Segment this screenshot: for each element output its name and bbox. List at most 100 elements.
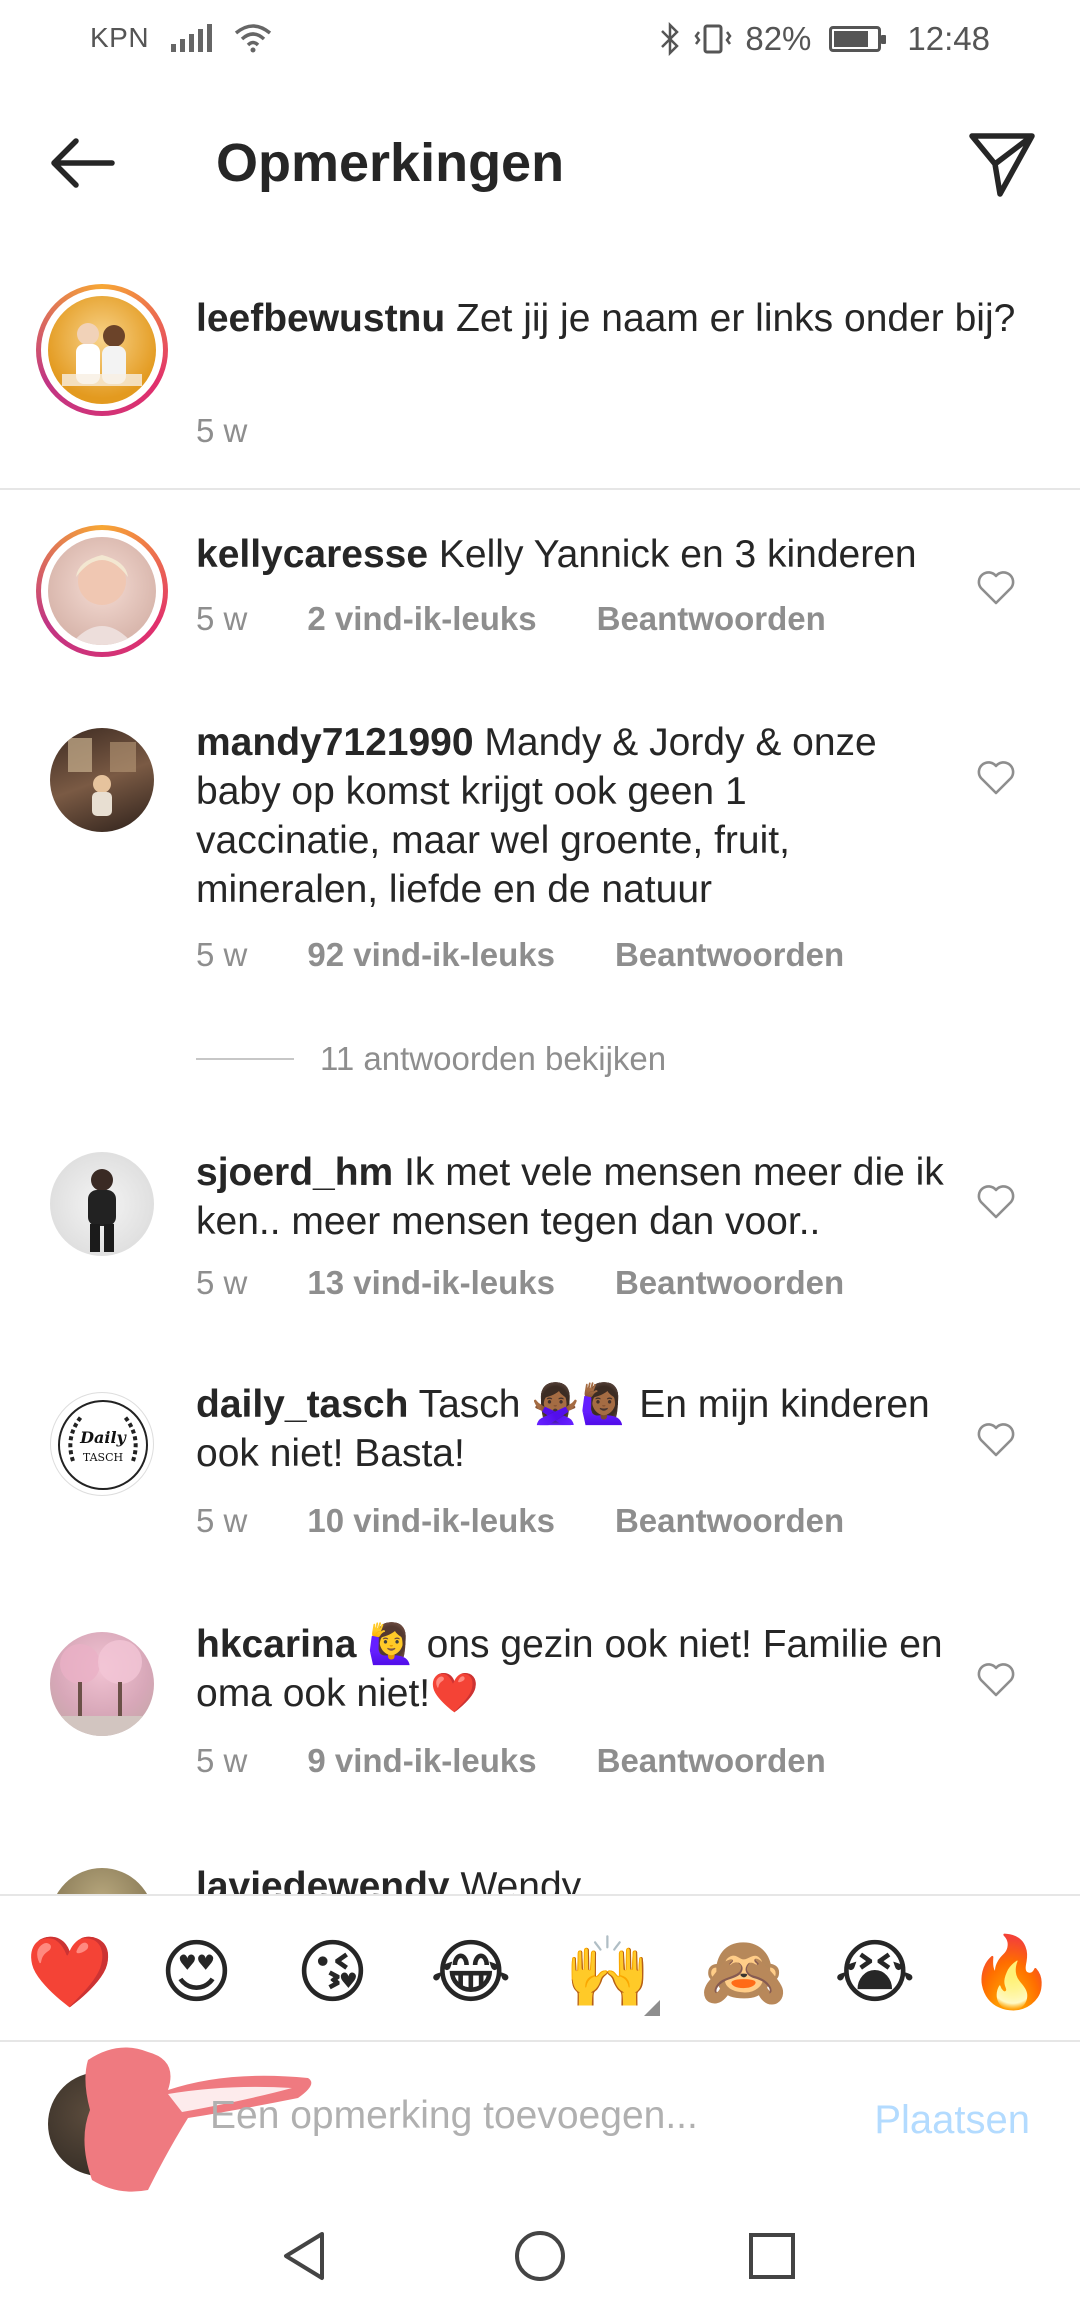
- caption-meta: 5 w: [196, 412, 247, 450]
- comment-likes[interactable]: 92 vind-ik-leuks: [307, 936, 555, 974]
- comment-username[interactable]: laviedewendy: [196, 1865, 450, 1894]
- status-left: KPN: [90, 22, 272, 54]
- comment-text: kellycaresse Kelly Yannick en 3 kinderen: [196, 530, 956, 579]
- post-caption: leefbewustnu Zet jij je naam er links on…: [0, 270, 1080, 490]
- avatar[interactable]: [50, 1152, 154, 1256]
- comment-username[interactable]: sjoerd_hm: [196, 1151, 393, 1194]
- back-arrow-icon[interactable]: [40, 128, 130, 198]
- comment-body: Kelly Yannick en 3 kinderen: [438, 533, 917, 576]
- replies-divider: [196, 1058, 294, 1060]
- comment-meta: 5 w 10 vind-ik-leuks Beantwoorden: [196, 1502, 844, 1540]
- caption-text: leefbewustnu Zet jij je naam er links on…: [196, 294, 1026, 343]
- comment-body: Wendy: [460, 1865, 582, 1894]
- reply-button[interactable]: Beantwoorden: [597, 1742, 826, 1780]
- avatar[interactable]: Daily TASCH: [50, 1392, 154, 1496]
- nav-recents-icon[interactable]: [742, 2226, 802, 2286]
- avatar[interactable]: [48, 296, 156, 404]
- comment-username[interactable]: kellycaresse: [196, 533, 428, 576]
- comment-item: Daily TASCH daily_tasch Tasch 🙅🏾‍♀️🙋🏾‍♀️…: [0, 1380, 1080, 1560]
- reply-button[interactable]: Beantwoorden: [597, 600, 826, 638]
- heart-icon[interactable]: [976, 1184, 1016, 1220]
- view-replies-label[interactable]: 11 antwoorden bekijken: [320, 1040, 666, 1078]
- comment-item: laviedewendy Wendy: [0, 1862, 1080, 1894]
- caption-username[interactable]: leefbewustnu: [196, 297, 445, 340]
- comment-item: hkcarina 🙋‍♀️ ons gezin ook niet! Famili…: [0, 1620, 1080, 1800]
- emoji-button[interactable]: ❤️: [26, 1932, 113, 2012]
- header: Opmerkingen: [0, 82, 1080, 242]
- daily-tasch-logo: Daily: [79, 1428, 127, 1447]
- avatar[interactable]: [50, 728, 154, 832]
- send-icon[interactable]: [962, 124, 1042, 204]
- avatar-man-image: [88, 1169, 116, 1252]
- comment-time: 5 w: [196, 600, 248, 637]
- comment-time: 5 w: [196, 1264, 248, 1301]
- heart-icon[interactable]: [976, 1422, 1016, 1458]
- comment-time: 5 w: [196, 936, 248, 973]
- comment-text: hkcarina 🙋‍♀️ ons gezin ook niet! Famili…: [196, 1620, 956, 1718]
- emoji-button[interactable]: 😂: [430, 1932, 512, 2012]
- heart-icon[interactable]: [976, 1662, 1016, 1698]
- comment-text: daily_tasch Tasch 🙅🏾‍♀️🙋🏾‍♀️ En mijn kin…: [196, 1380, 956, 1478]
- emoji-button[interactable]: 🙌: [564, 1932, 651, 2012]
- carrier-label: KPN: [90, 22, 150, 53]
- emoji-button[interactable]: 😘: [296, 1932, 369, 2012]
- reply-button[interactable]: Beantwoorden: [615, 1264, 844, 1302]
- comment-item: sjoerd_hm Ik met vele mensen meer die ik…: [0, 1142, 1080, 1322]
- caption-body: Zet jij je naam er links onder bij?: [456, 297, 1016, 340]
- comment-likes[interactable]: 2 vind-ik-leuks: [307, 600, 536, 638]
- comment-time: 5 w: [196, 1502, 248, 1539]
- comment-username[interactable]: hkcarina: [196, 1623, 356, 1666]
- comment-likes[interactable]: 9 vind-ik-leuks: [307, 1742, 536, 1780]
- comment-username[interactable]: mandy7121990: [196, 721, 474, 764]
- view-replies-button[interactable]: 11 antwoorden bekijken: [196, 1040, 666, 1078]
- avatar-couple-image: [62, 323, 142, 386]
- battery-fill: [834, 31, 869, 47]
- battery-percent: 82%: [745, 20, 812, 57]
- comment-item: mandy7121990 Mandy & Jordy & onze baby o…: [0, 718, 1080, 998]
- nav-back-icon[interactable]: [276, 2226, 336, 2286]
- emoji-button[interactable]: 🙈: [700, 1932, 787, 2012]
- comment-username[interactable]: daily_tasch: [196, 1383, 408, 1426]
- bluetooth-icon: [661, 22, 680, 56]
- comment-likes[interactable]: 10 vind-ik-leuks: [307, 1502, 555, 1540]
- comment-text: sjoerd_hm Ik met vele mensen meer die ik…: [196, 1148, 956, 1246]
- comment-item: kellycaresse Kelly Yannick en 3 kinderen…: [0, 520, 1080, 670]
- wifi-icon: [234, 24, 272, 53]
- emoji-button[interactable]: 😍: [160, 1932, 233, 2012]
- emoji-button[interactable]: 🔥: [968, 1932, 1055, 2012]
- nav-home-icon[interactable]: [510, 2226, 570, 2286]
- comment-meta: 5 w 13 vind-ik-leuks Beantwoorden: [196, 1264, 844, 1302]
- heart-icon[interactable]: [976, 760, 1016, 796]
- vibrate-icon: [694, 24, 732, 54]
- comment-meta: 5 w 92 vind-ik-leuks Beantwoorden: [196, 936, 844, 974]
- reply-button[interactable]: Beantwoorden: [615, 936, 844, 974]
- avatar[interactable]: [50, 1868, 154, 1894]
- comment-time: 5 w: [196, 1742, 248, 1779]
- signal-icon: [171, 24, 213, 52]
- post-button[interactable]: Plaatsen: [874, 2098, 1030, 2143]
- story-ring[interactable]: [36, 284, 168, 416]
- avatar[interactable]: [48, 537, 156, 645]
- comment-likes[interactable]: 13 vind-ik-leuks: [307, 1264, 555, 1302]
- status-right: 82% 12:48: [659, 20, 990, 58]
- emoji-bar: ❤️ 😍 😘 😂 🙌 🙈 😭 🔥: [0, 1894, 1080, 2042]
- comment-text: laviedewendy Wendy: [196, 1862, 956, 1894]
- comment-text: mandy7121990 Mandy & Jordy & onze baby o…: [196, 718, 916, 914]
- reply-button[interactable]: Beantwoorden: [615, 1502, 844, 1540]
- avatar-portrait-image: [70, 555, 134, 645]
- caption-time: 5 w: [196, 412, 248, 449]
- story-ring[interactable]: [36, 525, 168, 657]
- battery-icon: [829, 26, 887, 52]
- comment-meta: 5 w 9 vind-ik-leuks Beantwoorden: [196, 1742, 826, 1780]
- emoji-button[interactable]: 😭: [834, 1932, 916, 2012]
- status-bar: KPN 82% 12:48: [0, 0, 1080, 82]
- daily-tasch-logo: TASCH: [83, 1451, 123, 1464]
- heart-icon[interactable]: [976, 570, 1016, 606]
- system-nav-bar: [0, 2200, 1080, 2312]
- avatar-room-image: [68, 738, 136, 816]
- page-title: Opmerkingen: [216, 133, 565, 193]
- comment-input[interactable]: Een opmerking toevoegen...: [210, 2094, 698, 2138]
- avatar[interactable]: [50, 1632, 154, 1736]
- clock: 12:48: [907, 20, 990, 57]
- avatar-blossom-image: [50, 1640, 154, 1736]
